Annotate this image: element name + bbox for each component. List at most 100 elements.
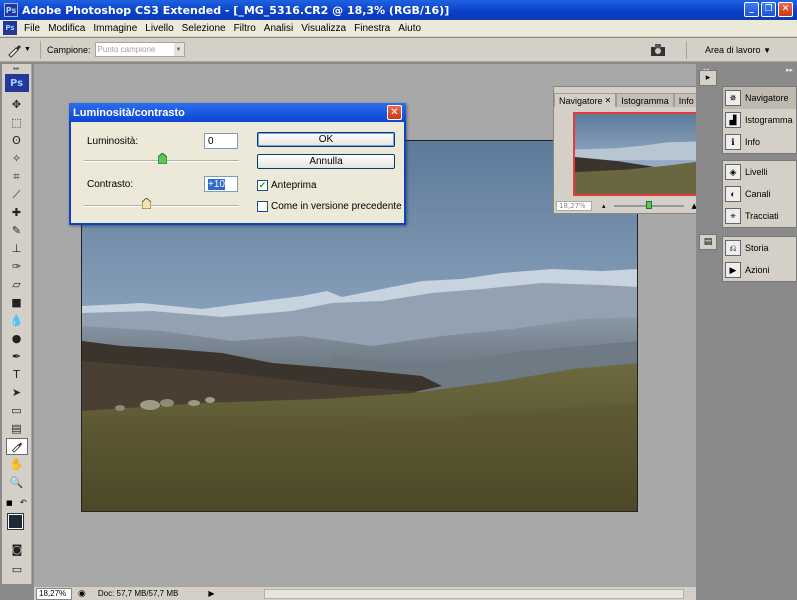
- screen-mode-icon[interactable]: ▭: [6, 561, 28, 578]
- minimize-button[interactable]: _: [744, 2, 759, 17]
- status-zoom-field[interactable]: 18,27%: [36, 587, 72, 600]
- contrast-slider[interactable]: [84, 198, 239, 209]
- menu-immagine[interactable]: Immagine: [89, 23, 141, 34]
- panel-info[interactable]: ℹ Info: [723, 131, 796, 153]
- menu-file[interactable]: File: [20, 23, 44, 34]
- brightness-slider[interactable]: [84, 153, 239, 164]
- navigator-zoom-field[interactable]: 18,27%: [556, 200, 592, 211]
- zoom-out-icon[interactable]: ▴: [602, 202, 606, 210]
- dock-collapse-icon[interactable]: ▸▸: [720, 64, 797, 76]
- horizontal-scrollbar[interactable]: [264, 589, 684, 599]
- panel-livelli[interactable]: ◈ Livelli: [723, 161, 796, 183]
- dialog-close-button[interactable]: ✕: [387, 105, 402, 120]
- shape-tool-icon[interactable]: ▭: [6, 402, 28, 419]
- swap-colors-icon[interactable]: ↶: [20, 498, 27, 507]
- blur-tool-icon[interactable]: 💧: [6, 312, 28, 329]
- bridge-status-icon[interactable]: ◉: [78, 588, 86, 599]
- zoom-tool-icon[interactable]: 🔍: [6, 474, 28, 491]
- toolbox-grip[interactable]: ▸▸: [2, 64, 31, 72]
- panel-tracciati[interactable]: ⌖ Tracciati: [723, 205, 796, 227]
- eyedropper-icon: [8, 44, 21, 58]
- navigator-thumbnail[interactable]: [573, 112, 699, 196]
- eyedropper-tool-preset[interactable]: ▼: [6, 40, 34, 60]
- contrast-slider-thumb[interactable]: [142, 198, 151, 209]
- document-icon[interactable]: Ps: [3, 21, 17, 35]
- panel-group-layers: ◈ Livelli ◐ Canali ⌖ Tracciati: [722, 160, 797, 228]
- photoshop-app-icon[interactable]: Ps: [4, 3, 18, 17]
- layers-icon: ◈: [725, 164, 741, 180]
- eyedropper-tool-icon[interactable]: [5, 438, 28, 455]
- navigator-tabs: Navigatore✕ Istogramma Info ▾≡: [554, 93, 716, 107]
- menu-aiuto[interactable]: Aiuto: [394, 23, 425, 34]
- history-brush-tool-icon[interactable]: ✑: [6, 258, 28, 275]
- slice-tool-icon[interactable]: ⟋: [6, 186, 28, 203]
- chevron-down-icon: ▼: [173, 43, 184, 56]
- dialog-title[interactable]: Luminosità/contrasto: [69, 103, 406, 122]
- ok-button[interactable]: OK: [257, 132, 395, 147]
- contrast-input[interactable]: +10: [204, 176, 238, 192]
- tab-info[interactable]: Info: [673, 93, 699, 107]
- brushes-panel-icon[interactable]: ▤: [699, 234, 717, 250]
- preview-checkbox[interactable]: ✓ Anteprima: [257, 180, 317, 191]
- menu-modifica[interactable]: Modifica: [44, 23, 89, 34]
- panel-istogramma[interactable]: ▟ Istogramma: [723, 109, 796, 131]
- panel-canali[interactable]: ◐ Canali: [723, 183, 796, 205]
- crop-tool-icon[interactable]: ⌗: [6, 168, 28, 185]
- navigator-zoom-thumb[interactable]: [645, 200, 652, 209]
- eraser-tool-icon[interactable]: ▱: [6, 276, 28, 293]
- dock-expand-icon[interactable]: ▸: [699, 70, 717, 86]
- hand-tool-icon[interactable]: ✋: [6, 456, 28, 473]
- brightness-contrast-dialog: Luminosità/contrasto ✕ Luminosità: 0 Con…: [69, 103, 406, 225]
- collapsed-dock: ◂◂ ▸ ▤: [696, 64, 720, 600]
- gradient-tool-icon[interactable]: ■: [6, 294, 28, 311]
- type-tool-icon[interactable]: T: [6, 366, 28, 383]
- brightness-input[interactable]: 0: [204, 133, 238, 149]
- navigator-preview-image: [575, 114, 697, 194]
- close-icon[interactable]: ✕: [605, 96, 612, 105]
- healing-brush-tool-icon[interactable]: ✚: [6, 204, 28, 221]
- chevron-down-icon: ▼: [24, 46, 31, 53]
- histogram-icon: ▟: [725, 112, 741, 128]
- panel-azioni[interactable]: ▶ Azioni: [723, 259, 796, 281]
- foreground-color-swatch[interactable]: [7, 513, 24, 530]
- menu-filtro[interactable]: Filtro: [230, 23, 260, 34]
- path-selection-tool-icon[interactable]: ➤: [6, 384, 28, 401]
- default-colors-icon[interactable]: ■: [6, 499, 13, 507]
- magic-wand-tool-icon[interactable]: ✧: [6, 150, 28, 167]
- panel-navigatore[interactable]: ✵ Navigatore: [723, 87, 796, 109]
- brightness-label: Luminosità:: [87, 136, 139, 147]
- panel-storia[interactable]: ⎌ Storia: [723, 237, 796, 259]
- menu-finestra[interactable]: Finestra: [350, 23, 394, 34]
- brightness-slider-thumb[interactable]: [157, 153, 167, 164]
- toolbox: ▸▸ Ps ✥ ⬚ ʘ ✧ ⌗ ⟋ ✚ ✎ ⊥ ✑ ▱ ■ 💧 ● ✒ T ➤ …: [2, 64, 32, 584]
- brush-tool-icon[interactable]: ✎: [6, 222, 28, 239]
- pen-tool-icon[interactable]: ✒: [6, 348, 28, 365]
- sample-select[interactable]: Punto campione ▼: [94, 42, 185, 57]
- move-tool-icon[interactable]: ✥: [6, 96, 28, 113]
- tab-navigatore[interactable]: Navigatore ✕: [554, 93, 617, 107]
- status-bar: 18,27% ◉ Doc: 57,7 MB/57,7 MB ▶: [34, 586, 696, 600]
- bridge-icon[interactable]: [650, 43, 668, 57]
- legacy-checkbox[interactable]: Come in versione precedente: [257, 201, 402, 212]
- menu-selezione[interactable]: Selezione: [178, 23, 230, 34]
- status-menu-arrow-icon[interactable]: ▶: [208, 589, 214, 598]
- panel-group-navigator: ✵ Navigatore ▟ Istogramma ℹ Info: [722, 86, 797, 154]
- clone-stamp-tool-icon[interactable]: ⊥: [6, 240, 28, 257]
- actions-icon: ▶: [725, 262, 741, 278]
- marquee-tool-icon[interactable]: ⬚: [6, 114, 28, 131]
- cancel-button[interactable]: Annulla: [257, 154, 395, 169]
- close-button[interactable]: ✕: [778, 2, 793, 17]
- menu-analisi[interactable]: Analisi: [260, 23, 297, 34]
- lasso-tool-icon[interactable]: ʘ: [6, 132, 28, 149]
- notes-tool-icon[interactable]: ▤: [6, 420, 28, 437]
- toolbox-logo[interactable]: Ps: [4, 74, 29, 92]
- navigator-zoom-slider[interactable]: [613, 200, 684, 209]
- quick-mask-icon[interactable]: ◙: [6, 541, 28, 558]
- maximize-button[interactable]: ❐: [761, 2, 776, 17]
- dodge-tool-icon[interactable]: ●: [6, 330, 28, 347]
- workspace-menu[interactable]: Area di lavoro ▼: [705, 45, 771, 55]
- sample-label: Campione:: [47, 44, 91, 55]
- menu-visualizza[interactable]: Visualizza: [297, 23, 350, 34]
- tab-istogramma[interactable]: Istogramma: [616, 93, 674, 107]
- menu-livello[interactable]: Livello: [141, 23, 177, 34]
